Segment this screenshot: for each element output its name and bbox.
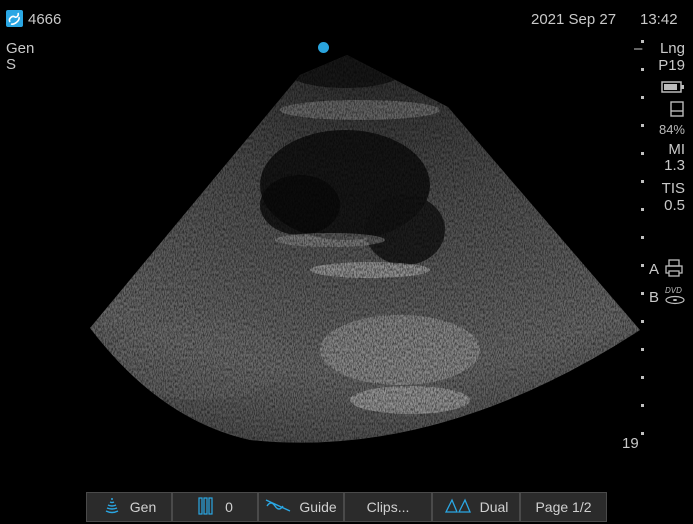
app-logo-icon	[6, 10, 23, 27]
softkey-bar: Gen 0 Guide Clips... Dual Page 1/2	[86, 492, 607, 522]
printer-icon[interactable]	[664, 259, 684, 282]
gen-button-label: Gen	[129, 499, 157, 515]
gain-value: 0	[225, 499, 233, 515]
exam-type-icon	[102, 497, 122, 518]
tis-label: TIS	[661, 180, 685, 197]
clips-button-label: Clips...	[366, 499, 410, 515]
dvd-icon[interactable]: DVD	[664, 285, 686, 310]
guide-button-label: Guide	[299, 499, 337, 515]
gain-button[interactable]: 0	[172, 492, 258, 522]
mi-label: MI	[668, 141, 685, 158]
page-button-label: Page 1/2	[535, 499, 592, 515]
dual-button-label: Dual	[479, 499, 509, 515]
exam-preset: Gen	[6, 40, 35, 57]
time-display: 13:42	[640, 11, 678, 28]
print-b-label: B	[649, 289, 660, 306]
date-display: 2021 Sep 27	[531, 11, 617, 28]
exam-preset-sub: S	[6, 56, 17, 73]
storage-icon	[669, 101, 685, 122]
probe-label: P19	[658, 57, 685, 74]
print-a-label: A	[649, 261, 660, 278]
depth-value: 19	[622, 435, 639, 452]
page-button[interactable]: Page 1/2	[520, 492, 607, 522]
svg-text:DVD: DVD	[665, 286, 682, 295]
guide-button[interactable]: Guide	[258, 492, 344, 522]
depth-scale	[641, 40, 649, 460]
mi-value: 1.3	[664, 157, 685, 174]
transducer-label: Lng	[659, 40, 685, 57]
orientation-marker-icon	[318, 42, 329, 53]
clips-button[interactable]: Clips...	[344, 492, 432, 522]
gen-button[interactable]: Gen	[86, 492, 172, 522]
battery-icon	[661, 80, 685, 98]
tis-value: 0.5	[664, 197, 685, 214]
patient-id: 4666	[28, 11, 62, 28]
storage-percent: 84%	[658, 122, 685, 137]
dual-button[interactable]: Dual	[432, 492, 520, 522]
gain-bars-icon	[197, 496, 217, 518]
ultrasound-sector-image[interactable]	[0, 0, 693, 524]
needle-guide-icon	[265, 498, 291, 517]
dual-view-icon	[444, 497, 472, 517]
